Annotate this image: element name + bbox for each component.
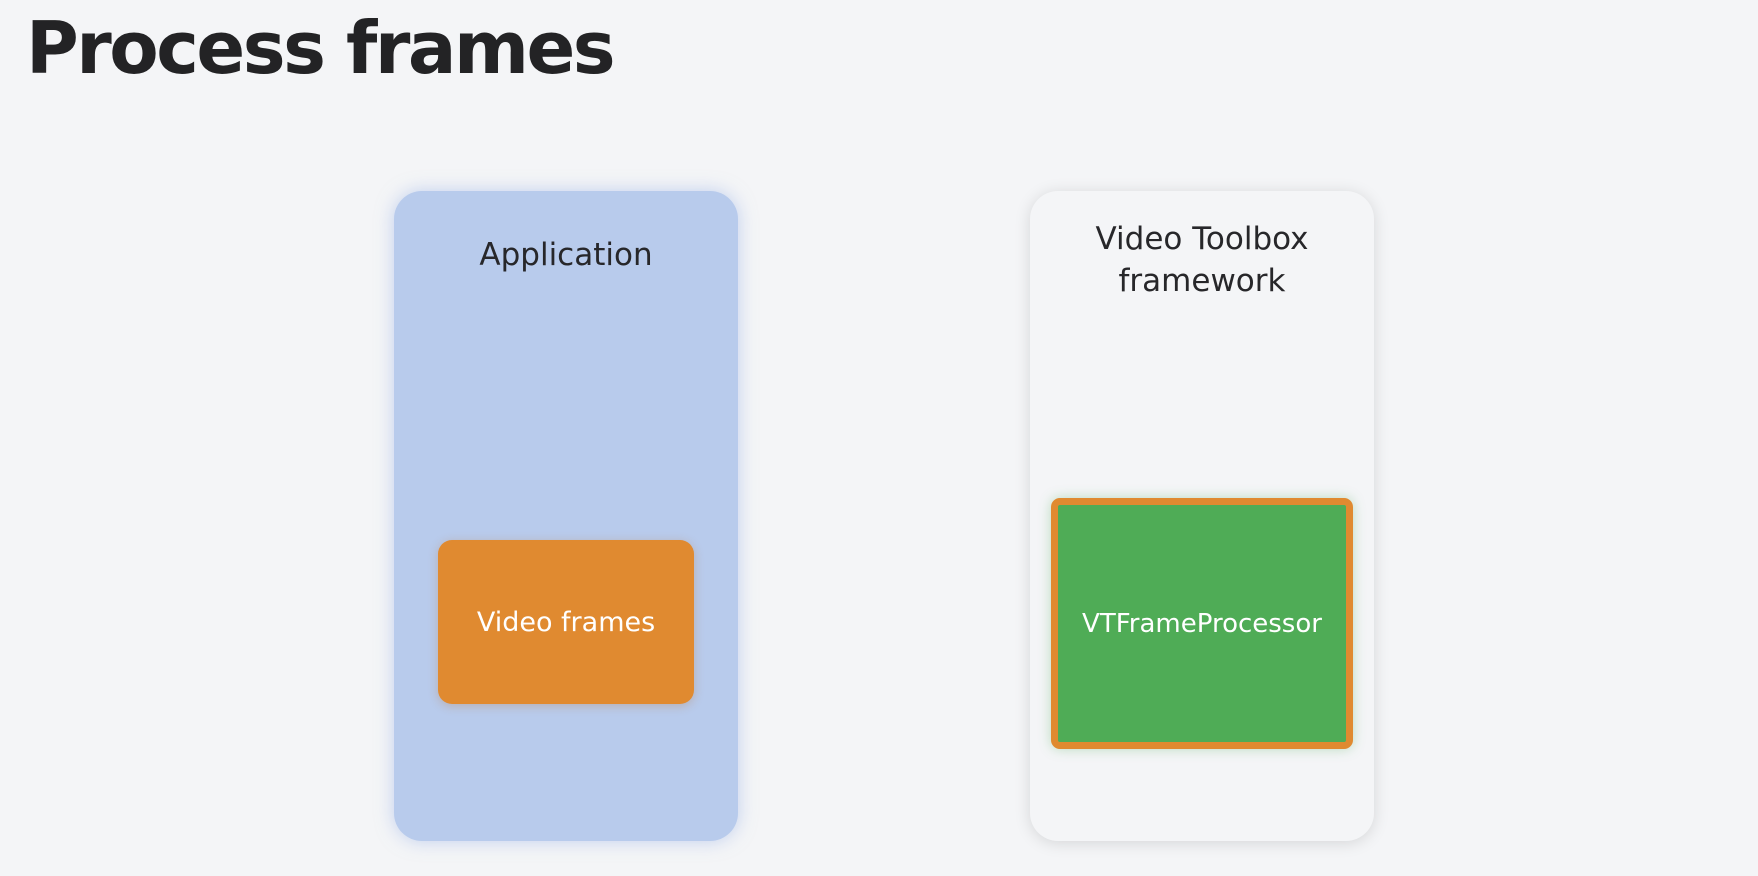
slide-title: Process frames bbox=[26, 6, 616, 90]
video-toolbox-label: Video Toolbox framework bbox=[1095, 221, 1309, 299]
video-frames-label: Video frames bbox=[476, 606, 656, 638]
application-panel: Application bbox=[394, 191, 738, 841]
vt-frame-processor-box: VTFrameProcessor bbox=[1051, 498, 1353, 749]
application-label: Application bbox=[479, 237, 653, 273]
vt-frame-processor-label: VTFrameProcessor bbox=[1082, 608, 1322, 639]
video-frames-box: Video frames bbox=[438, 540, 694, 704]
